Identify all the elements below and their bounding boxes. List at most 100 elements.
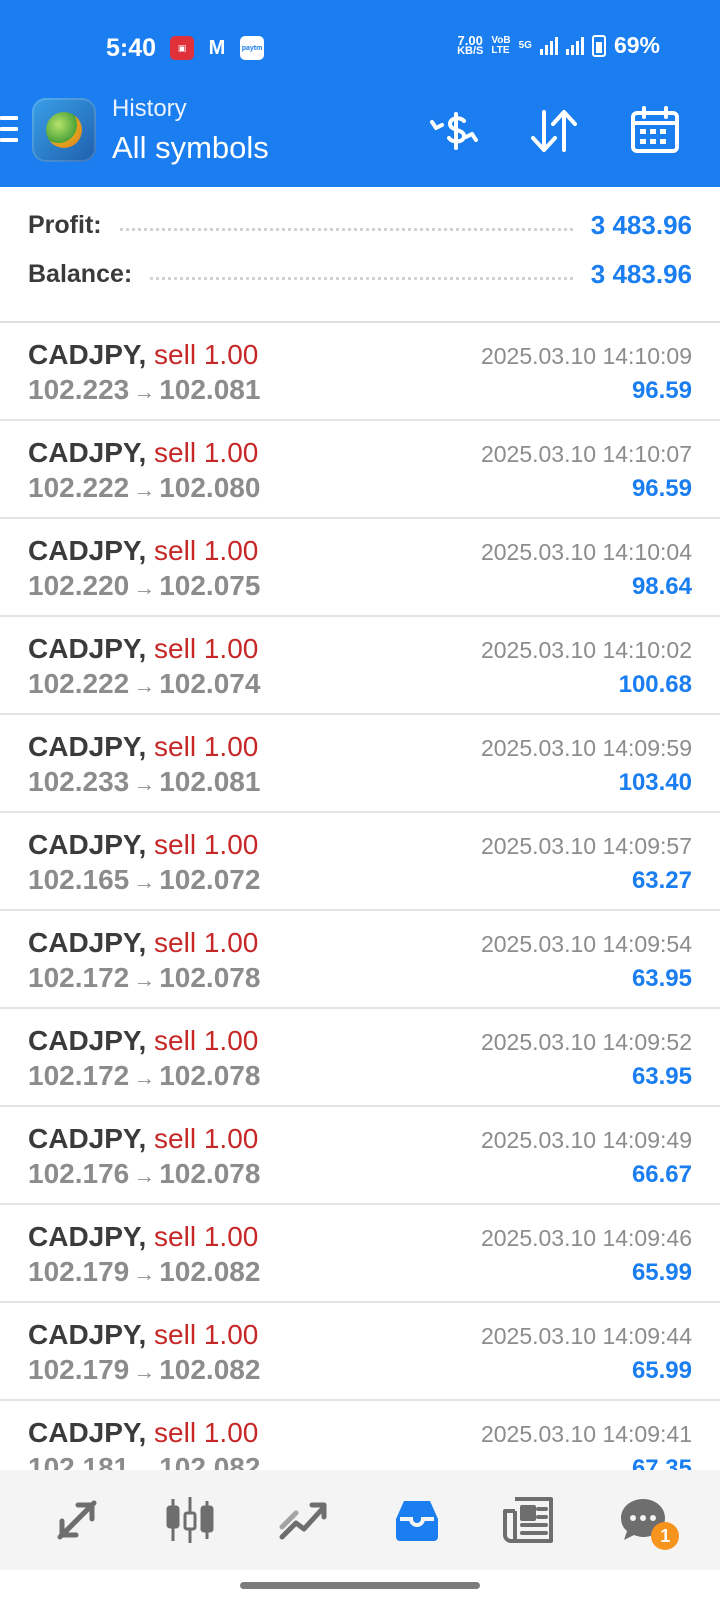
status-indicators: 7.00 KB/S VoB LTE 5G 69% bbox=[457, 32, 660, 59]
deal-time: 2025.03.10 14:09:57 bbox=[480, 833, 692, 859]
deal-profit: 67.35 bbox=[631, 1455, 692, 1470]
deal-prices: 102.181 → 102.082 bbox=[28, 1452, 260, 1470]
deal-type: sell 1.00 bbox=[154, 1123, 259, 1154]
arrow-right-icon: → bbox=[133, 771, 156, 796]
app-logo bbox=[32, 98, 96, 162]
open-price: 102.222 bbox=[28, 668, 130, 699]
gesture-bar[interactable] bbox=[240, 1582, 480, 1589]
chart-icon[interactable] bbox=[160, 1490, 220, 1550]
deal-profit: 66.67 bbox=[631, 1161, 692, 1188]
arrow-right-icon: → bbox=[133, 1457, 156, 1470]
deal-profit: 98.64 bbox=[631, 573, 692, 600]
deal-prices: 102.165 → 102.072 bbox=[28, 864, 260, 896]
volte-indicator: VoB LTE bbox=[491, 34, 511, 56]
arrow-right-icon: → bbox=[133, 379, 156, 404]
news-icon[interactable] bbox=[500, 1490, 560, 1550]
arrow-right-icon: → bbox=[133, 1065, 156, 1090]
deal-profit: 63.95 bbox=[631, 965, 692, 992]
open-price: 102.233 bbox=[28, 766, 130, 797]
close-price: 102.074 bbox=[159, 668, 261, 699]
menu-icon[interactable] bbox=[0, 116, 18, 149]
deal-row[interactable]: CADJPY, sell 1.00 102.233 → 102.081 2025.03.… bbox=[0, 715, 720, 813]
sort-icon[interactable] bbox=[527, 104, 581, 158]
messages-badge: 1 bbox=[651, 1522, 680, 1550]
deal-symbol: CADJPY, sell 1.00 bbox=[28, 339, 259, 370]
profit-row: Profit: 3 483.96 bbox=[28, 205, 692, 245]
deal-type: sell 1.00 bbox=[154, 437, 259, 468]
arrow-right-icon: → bbox=[133, 1359, 156, 1384]
close-price: 102.075 bbox=[159, 570, 261, 601]
deal-prices: 102.233 → 102.081 bbox=[28, 766, 260, 798]
signal-icon bbox=[539, 36, 558, 55]
open-price: 102.172 bbox=[28, 962, 130, 993]
deal-row[interactable]: CADJPY, sell 1.00 102.176 → 102.078 2025.03.… bbox=[0, 1107, 720, 1205]
deal-type: sell 1.00 bbox=[154, 1221, 259, 1252]
app-header: 5:40 ▣ M paytm 7.00 KB/S VoB LTE 5G 69% … bbox=[0, 0, 720, 187]
deal-prices: 102.179 → 102.082 bbox=[28, 1354, 260, 1386]
deal-symbol: CADJPY, sell 1.00 bbox=[28, 829, 259, 860]
deal-type: sell 1.00 bbox=[154, 829, 259, 860]
messages-icon[interactable]: 1 bbox=[613, 1490, 680, 1550]
close-price: 102.081 bbox=[159, 374, 261, 405]
deal-row[interactable]: CADJPY, sell 1.00 102.181 → 102.082 2025.03.… bbox=[0, 1401, 720, 1470]
open-price: 102.165 bbox=[28, 864, 130, 895]
deal-type: sell 1.00 bbox=[154, 1417, 259, 1448]
deal-row[interactable]: CADJPY, sell 1.00 102.179 → 102.082 2025.03.… bbox=[0, 1205, 720, 1303]
calendar-icon[interactable] bbox=[628, 104, 682, 158]
close-price: 102.072 bbox=[159, 864, 261, 895]
deal-profit: 103.40 bbox=[618, 769, 692, 796]
deal-time: 2025.03.10 14:10:09 bbox=[480, 343, 692, 369]
deal-prices: 102.222 → 102.074 bbox=[28, 668, 260, 700]
deal-symbol: CADJPY, sell 1.00 bbox=[28, 927, 259, 958]
deal-row[interactable]: CADJPY, sell 1.00 102.179 → 102.082 2025.03.… bbox=[0, 1303, 720, 1401]
balance-value: 3 483.96 bbox=[590, 258, 692, 289]
deal-time: 2025.03.10 14:10:04 bbox=[480, 539, 692, 565]
close-price: 102.078 bbox=[159, 1158, 261, 1189]
deal-row[interactable]: CADJPY, sell 1.00 102.223 → 102.081 2025.03.… bbox=[0, 323, 720, 421]
arrow-right-icon: → bbox=[133, 477, 156, 502]
deal-time: 2025.03.10 14:09:44 bbox=[480, 1323, 692, 1349]
arrow-right-icon: → bbox=[133, 967, 156, 992]
summary-panel: Profit: 3 483.96 Balance: 3 483.96 bbox=[0, 187, 720, 323]
dollar-swap-icon[interactable] bbox=[426, 104, 480, 158]
deal-profit: 100.68 bbox=[618, 671, 692, 698]
deal-profit: 96.59 bbox=[631, 377, 692, 404]
notification-app-icon: ▣ bbox=[170, 36, 194, 60]
deal-time: 2025.03.10 14:09:59 bbox=[480, 735, 692, 761]
deal-row[interactable]: CADJPY, sell 1.00 102.220 → 102.075 2025.03.… bbox=[0, 519, 720, 617]
deal-list[interactable]: CADJPY, sell 1.00 102.223 → 102.081 2025.03.… bbox=[0, 323, 720, 1470]
deal-row[interactable]: CADJPY, sell 1.00 102.165 → 102.072 2025.03.… bbox=[0, 813, 720, 911]
close-price: 102.080 bbox=[159, 472, 261, 503]
deal-symbol: CADJPY, sell 1.00 bbox=[28, 1417, 259, 1448]
net-speed: 7.00 KB/S bbox=[457, 32, 484, 57]
quotes-icon[interactable] bbox=[47, 1490, 107, 1550]
trade-icon[interactable] bbox=[273, 1490, 333, 1550]
battery-icon bbox=[591, 34, 606, 57]
deal-time: 2025.03.10 14:09:54 bbox=[480, 931, 692, 957]
deal-type: sell 1.00 bbox=[154, 339, 259, 370]
deal-prices: 102.172 → 102.078 bbox=[28, 962, 260, 994]
deal-prices: 102.172 → 102.078 bbox=[28, 1060, 260, 1092]
signal-icon-2 bbox=[565, 36, 584, 55]
deal-time: 2025.03.10 14:09:41 bbox=[480, 1421, 692, 1447]
deal-row[interactable]: CADJPY, sell 1.00 102.172 → 102.078 2025.03.… bbox=[0, 1009, 720, 1107]
open-price: 102.181 bbox=[28, 1452, 130, 1470]
dotted-leader bbox=[150, 276, 573, 280]
profit-label: Profit: bbox=[28, 210, 102, 239]
deal-type: sell 1.00 bbox=[154, 535, 259, 566]
close-price: 102.078 bbox=[159, 962, 261, 993]
symbol-filter[interactable]: All symbols bbox=[112, 130, 269, 166]
deal-row[interactable]: CADJPY, sell 1.00 102.222 → 102.080 2025.03.… bbox=[0, 421, 720, 519]
deal-symbol: CADJPY, sell 1.00 bbox=[28, 1221, 259, 1252]
arrow-right-icon: → bbox=[133, 1163, 156, 1188]
open-price: 102.179 bbox=[28, 1256, 130, 1287]
bottom-nav: 1 bbox=[0, 1470, 720, 1570]
deal-row[interactable]: CADJPY, sell 1.00 102.172 → 102.078 2025.03.… bbox=[0, 911, 720, 1009]
dotted-leader bbox=[119, 227, 573, 231]
deal-prices: 102.223 → 102.081 bbox=[28, 374, 260, 406]
deal-time: 2025.03.10 14:09:49 bbox=[480, 1127, 692, 1153]
open-price: 102.179 bbox=[28, 1354, 130, 1385]
deal-row[interactable]: CADJPY, sell 1.00 102.222 → 102.074 2025.03.… bbox=[0, 617, 720, 715]
history-icon[interactable] bbox=[387, 1490, 447, 1550]
arrow-right-icon: → bbox=[133, 575, 156, 600]
